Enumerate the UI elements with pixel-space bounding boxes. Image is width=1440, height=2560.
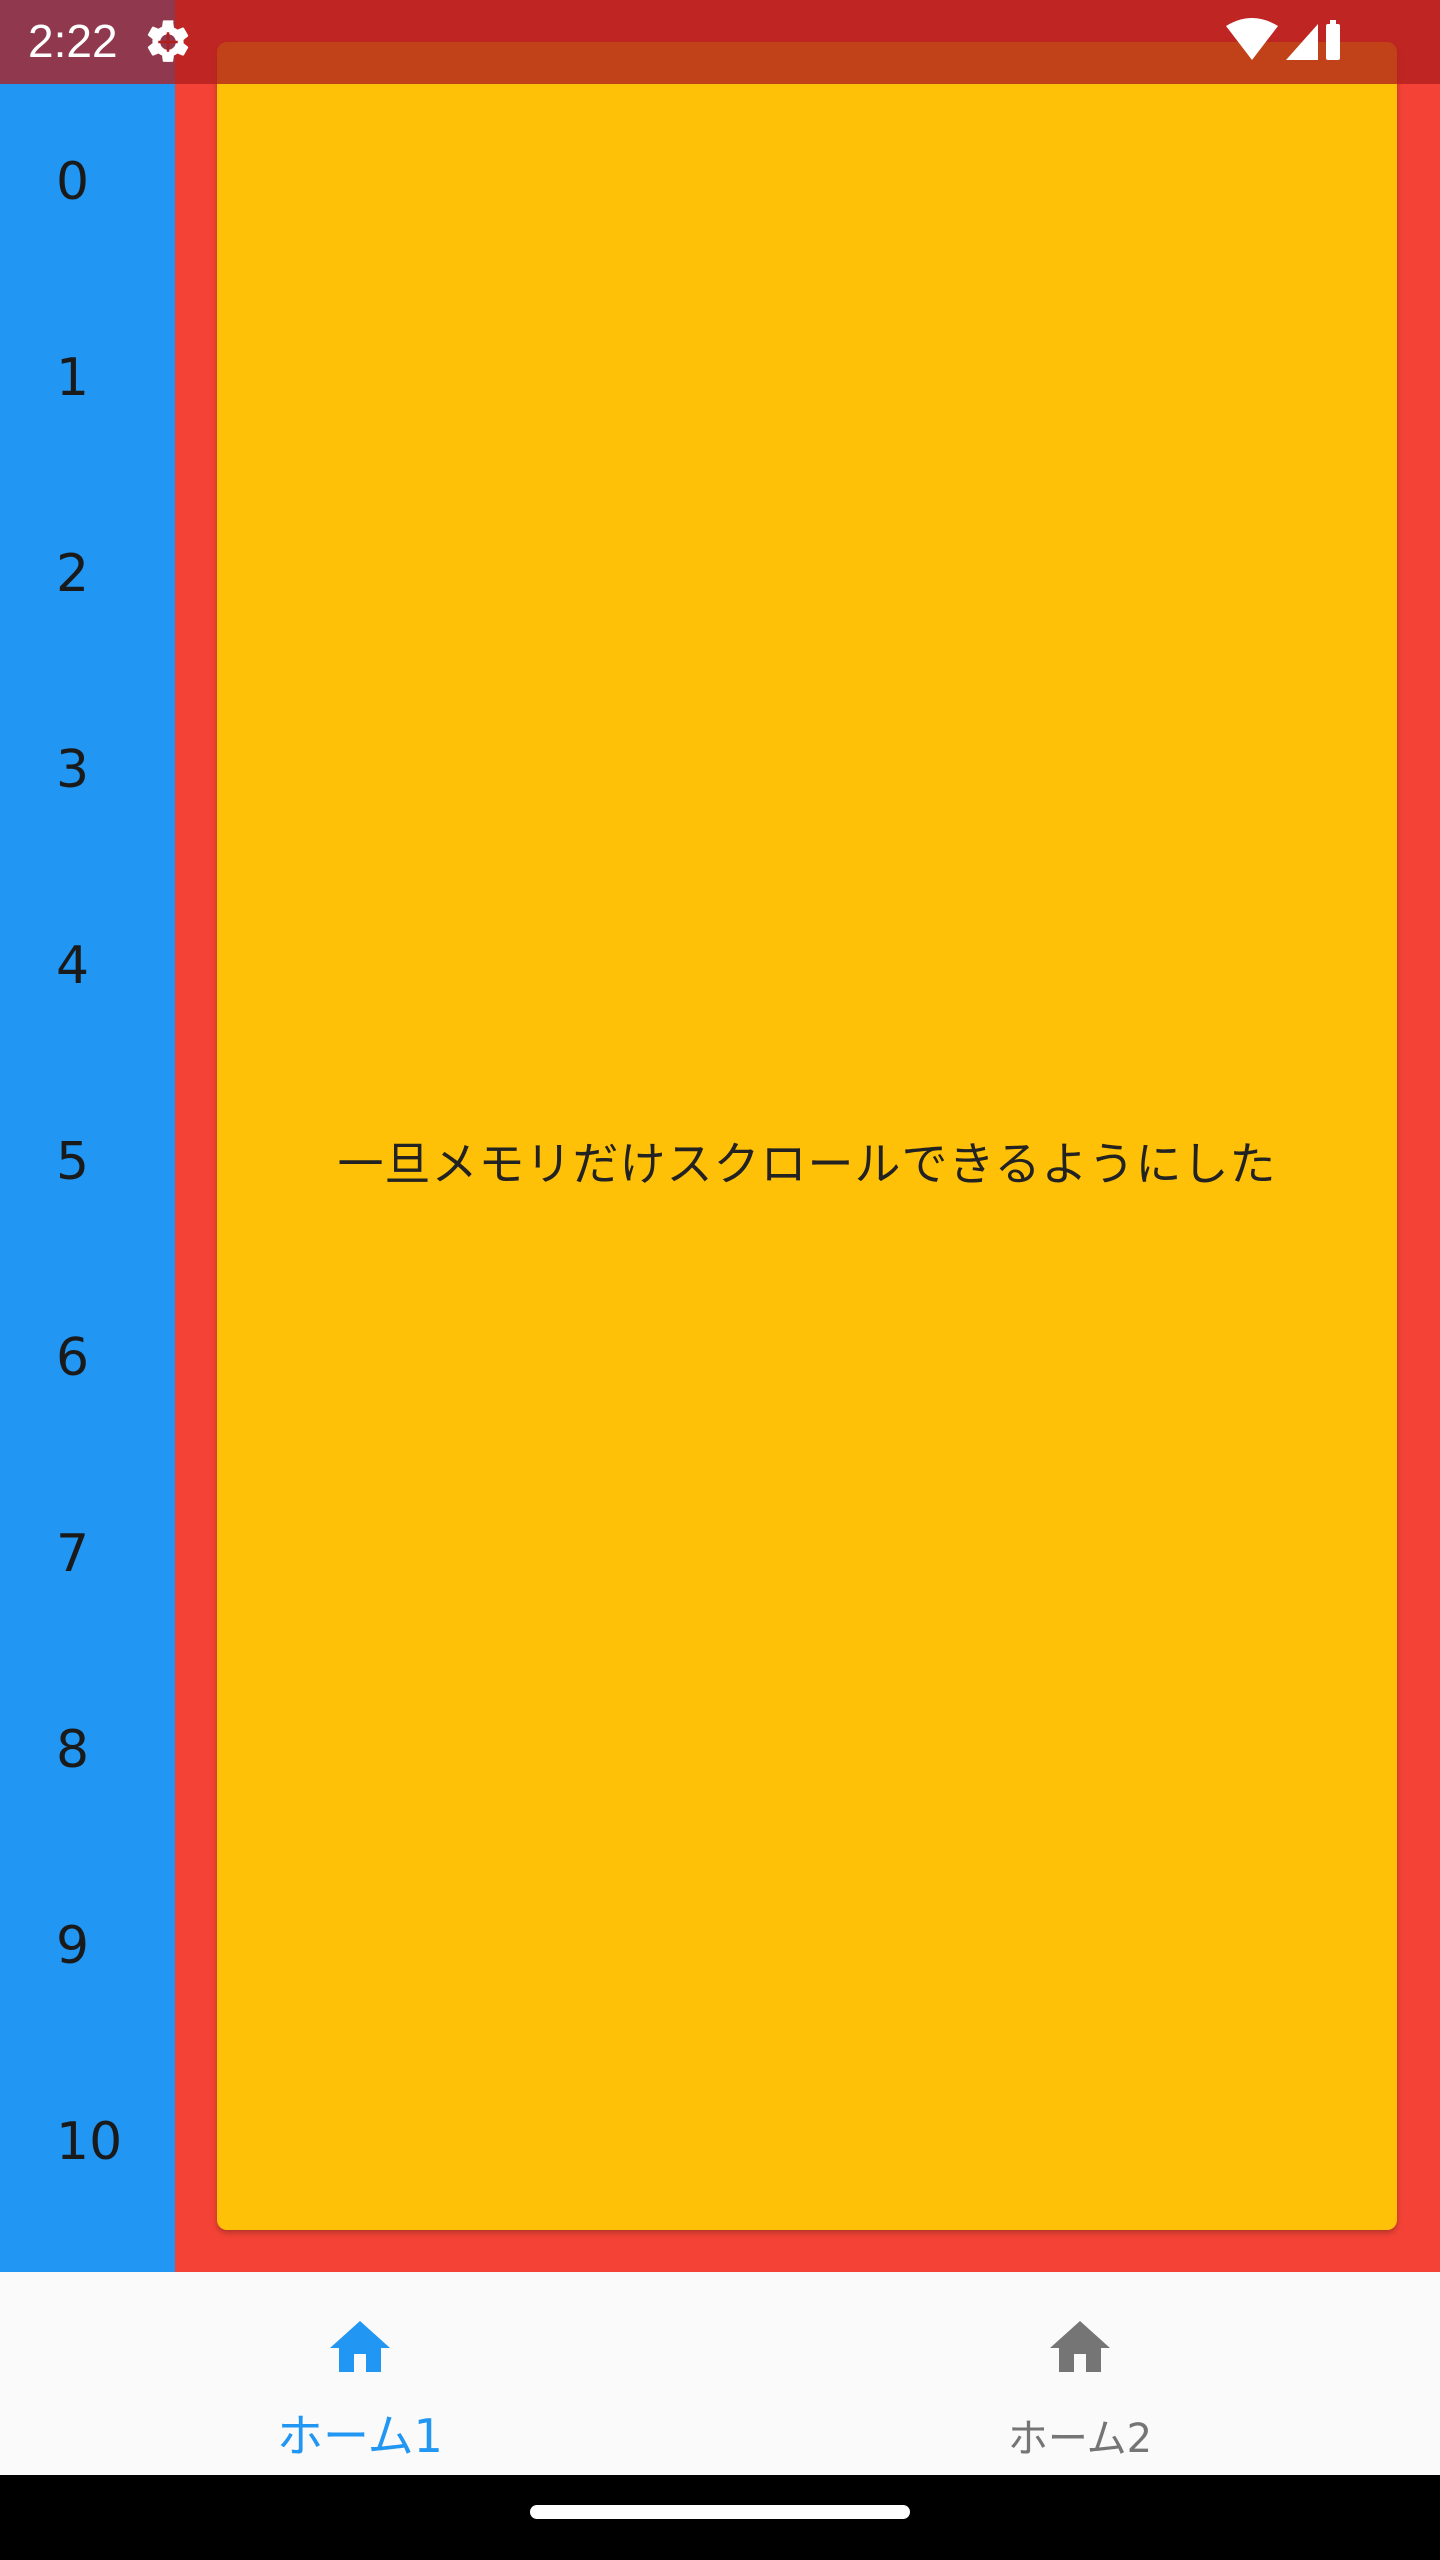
home-icon [1050, 2321, 1110, 2372]
card-message: 一旦メモリだけスクロールできるようにした [337, 1137, 1277, 1191]
list-item[interactable]: 1 [56, 352, 89, 404]
system-navigation-bar [0, 2475, 1440, 2560]
home-gesture-handle[interactable] [530, 2505, 910, 2519]
battery-icon [1326, 20, 1340, 60]
yellow-card: 一旦メモリだけスクロールできるようにした [217, 42, 1397, 2230]
list-item[interactable]: 4 [56, 940, 89, 992]
nav-item-home2[interactable]: ホーム2 [720, 2272, 1440, 2475]
list-item[interactable]: 6 [56, 1332, 89, 1384]
list-item[interactable]: 10 [56, 2116, 122, 2168]
cell-signal-icon [1286, 24, 1318, 60]
list-item[interactable]: 2 [56, 548, 89, 600]
nav-label: ホーム1 [277, 2409, 443, 2463]
list-item[interactable]: 9 [56, 1920, 89, 1972]
home-icon [330, 2321, 390, 2372]
status-bar: 2:22 [0, 0, 1440, 84]
nav-item-home1[interactable]: ホーム1 [0, 2272, 720, 2475]
list-item[interactable]: 5 [56, 1136, 89, 1188]
list-item[interactable]: 0 [56, 156, 89, 208]
nav-label: ホーム2 [1007, 2416, 1153, 2462]
list-item[interactable]: 7 [56, 1528, 89, 1580]
list-item[interactable]: 3 [56, 744, 89, 796]
wifi-icon [1226, 18, 1278, 60]
status-time: 2:22 [28, 15, 118, 67]
settings-gear-icon [147, 20, 189, 62]
side-number-list[interactable]: 0 1 2 3 4 5 6 7 8 9 10 [0, 0, 175, 2272]
bottom-navigation: ホーム1 ホーム2 [0, 2272, 1440, 2475]
list-item[interactable]: 8 [56, 1724, 89, 1776]
status-right-icons [1226, 18, 1340, 60]
